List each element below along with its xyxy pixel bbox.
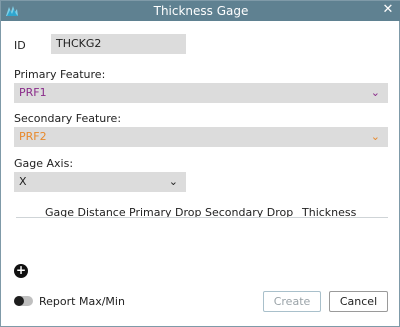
thickness-gage-dialog: Thickness Gage ✕ ID THCKG2 Primary Featu… [0,0,400,327]
title-bar: Thickness Gage ✕ [1,1,400,21]
report-max-min-toggle[interactable] [14,296,33,306]
primary-feature-value: PRF1 [19,86,47,99]
window-title: Thickness Gage [153,4,249,18]
id-label: ID [14,39,26,52]
secondary-feature-select[interactable]: PRF2 ⌄ [14,127,388,147]
table-divider [16,217,388,218]
report-max-min-label: Report Max/Min [39,295,125,308]
toggle-knob [14,296,24,306]
add-circle-icon[interactable]: + [14,264,28,278]
secondary-feature-label: Secondary Feature: [14,112,122,125]
cancel-button[interactable]: Cancel [329,291,388,312]
gage-axis-select[interactable]: X ⌄ [14,172,186,192]
chevron-down-icon: ⌄ [370,130,380,143]
gage-axis-label: Gage Axis: [14,157,74,170]
secondary-feature-value: PRF2 [19,130,47,143]
primary-feature-select[interactable]: PRF1 ⌄ [14,83,388,103]
close-icon[interactable]: ✕ [381,2,395,18]
primary-feature-label: Primary Feature: [14,68,106,81]
create-button[interactable]: Create [263,291,321,312]
id-input[interactable]: THCKG2 [51,34,186,54]
chevron-down-icon: ⌄ [168,175,178,188]
gage-axis-value: X [19,175,27,188]
chevron-down-icon: ⌄ [370,86,380,99]
